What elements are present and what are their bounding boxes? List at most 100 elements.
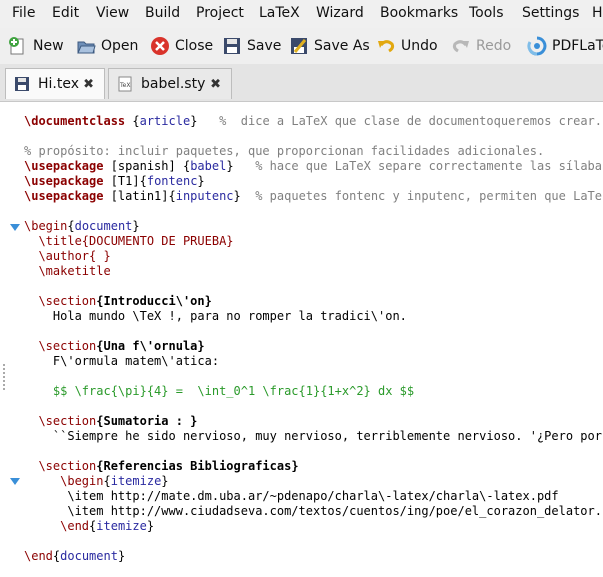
save-as-label: Save As [314,38,370,54]
code-line: F\'ormula matem\'atica: [24,354,219,369]
code-line: \item http://mate.dm.uba.ar/~pdenapo/cha… [24,489,559,504]
code-keyword: \usepackage [24,189,104,203]
code-line: \item http://www.ciudadseva.com/textos/c… [24,504,602,519]
close-tab-icon[interactable]: ✖ [83,77,94,92]
close-label: Close [175,38,214,54]
menu-tools[interactable]: Tools [469,5,504,21]
code-line: \section{Una f\'ornula} [24,339,205,354]
code-math: $$ \frac{\pi}{4} = \int_0^1 \frac{1}{1+x… [24,384,415,398]
menu-edit[interactable]: Edit [52,5,79,21]
code-keyword: \documentclass [24,114,126,128]
menu-wizard[interactable]: Wizard [316,5,364,21]
code-text: F\'ormula matem\'atica: [24,354,220,368]
fold-marker-icon[interactable] [10,224,20,231]
undo-button[interactable]: Undo [376,34,438,58]
code-keyword: \section [24,294,97,308]
code-argument: itemize [96,519,147,533]
fold-marker-icon[interactable] [10,478,20,485]
tab-hi-tex[interactable]: Hi.tex ✖ [5,68,105,99]
save-button[interactable]: Save [222,34,281,58]
menu-settings[interactable]: Settings [522,5,579,21]
pdflatex-button[interactable]: PDFLaTe [527,34,603,58]
code-text: \title{DOCUMENTO DE PRUEBA} [24,234,234,248]
code-text: ``Siempre he sido nervioso, muy nervioso… [24,429,602,443]
code-keyword: \usepackage [24,159,104,173]
code-editor[interactable]: \documentclass {article} % dice a LaTeX … [0,102,603,577]
code-comment: % hace que LaTeX separe correctamente la… [255,159,602,173]
code-argument: fontenc [146,174,198,188]
code-argument: document [74,219,133,233]
save-as-button[interactable]: Save As [289,34,370,58]
close-red-icon [150,36,170,56]
code-line: \documentclass {article} % dice a LaTeX … [24,114,602,129]
menu-view[interactable]: View [96,5,129,21]
code-keyword: \section [24,459,97,473]
tab-label: babel.sty [141,76,206,92]
code-line: \section{Sumatoria : } [24,414,197,429]
menu-build[interactable]: Build [145,5,180,21]
new-label: New [33,38,64,54]
code-line: \section{Referencias Bibliograficas} [24,459,298,474]
code-keyword: \begin [24,219,68,233]
menu-project[interactable]: Project [196,5,244,21]
tab-babel-sty[interactable]: TeX babel.sty ✖ [108,68,232,99]
code-text: } [132,219,140,233]
code-line: \section{Introducci\'on} [24,294,211,309]
code-comment: % dice a LaTeX que clase de documentoque… [219,114,602,128]
undo-label: Undo [401,38,438,54]
code-argument: inputenc [175,189,234,203]
code-line: \begin{document} [24,219,140,234]
editor-gutter [0,102,20,577]
open-button[interactable]: Open [76,34,138,58]
code-text: { [67,219,75,233]
code-keyword: \usepackage [24,174,104,188]
code-line: \maketitle [24,264,111,279]
new-button[interactable]: New [8,34,64,58]
code-text: [spanish] { [103,159,191,173]
toolbar: New Open Close Save Save As Undo Redo PD… [0,28,603,64]
save-label: Save [247,38,282,54]
code-text: \item http://www.ciudadseva.com/textos/c… [24,504,602,518]
menu-bookmarks[interactable]: Bookmarks [380,5,458,21]
code-text: \item http://mate.dm.uba.ar/~pdenapo/cha… [24,489,559,503]
pdflatex-icon [527,36,547,56]
save-as-icon [289,36,309,56]
code-text: \maketitle [24,264,111,278]
menu-latex[interactable]: LaTeX [259,5,300,21]
code-line: Hola mundo \TeX !, para no romper la tra… [24,309,407,324]
tab-label: Hi.tex [38,76,80,92]
menu-help[interactable]: H [592,5,603,21]
redo-label: Redo [476,38,512,54]
code-comment: % propósito: incluir paquetes, que propo… [24,144,545,158]
code-comment: % paquetes fontenc y inputenc, permiten … [255,189,602,203]
redo-button[interactable]: Redo [451,34,511,58]
splitter-handle[interactable] [3,364,5,392]
code-line: % propósito: incluir paquetes, que propo… [24,144,544,159]
code-argument: babel [190,159,227,173]
code-argument: itemize [110,474,162,488]
code-text: \author{ } [24,249,111,263]
code-text: { [125,114,140,128]
code-text: Hola mundo \TeX !, para no romper la tra… [24,309,407,323]
code-line: \end{document} [24,549,125,564]
menu-bar: File Edit View Build Project LaTeX Wizar… [0,0,603,28]
tab-bar: Hi.tex ✖ TeX babel.sty ✖ [0,64,603,102]
pdflatex-label: PDFLaTe [552,38,603,54]
code-line: \begin{itemize} [24,474,169,488]
menu-file[interactable]: File [12,5,35,21]
code-text: } [233,189,256,203]
floppy-icon [14,76,30,92]
code-text: } [190,114,220,128]
open-label: Open [101,38,139,54]
code-keyword: \end [24,549,53,563]
code-text: [T1]{ [103,174,147,188]
undo-arrow-icon [376,36,396,56]
close-button[interactable]: Close [150,34,213,58]
code-line: $$ \frac{\pi}{4} = \int_0^1 \frac{1}{1+x… [24,384,414,399]
code-line: \title{DOCUMENTO DE PRUEBA} [24,234,234,249]
open-folder-icon [76,36,96,56]
close-tab-icon[interactable]: ✖ [210,77,221,92]
code-section-title: {Una f\'ornula} [96,339,205,353]
code-section-title: {Sumatoria : } [96,414,198,428]
code-line: \usepackage [T1]{fontenc} [24,174,205,189]
